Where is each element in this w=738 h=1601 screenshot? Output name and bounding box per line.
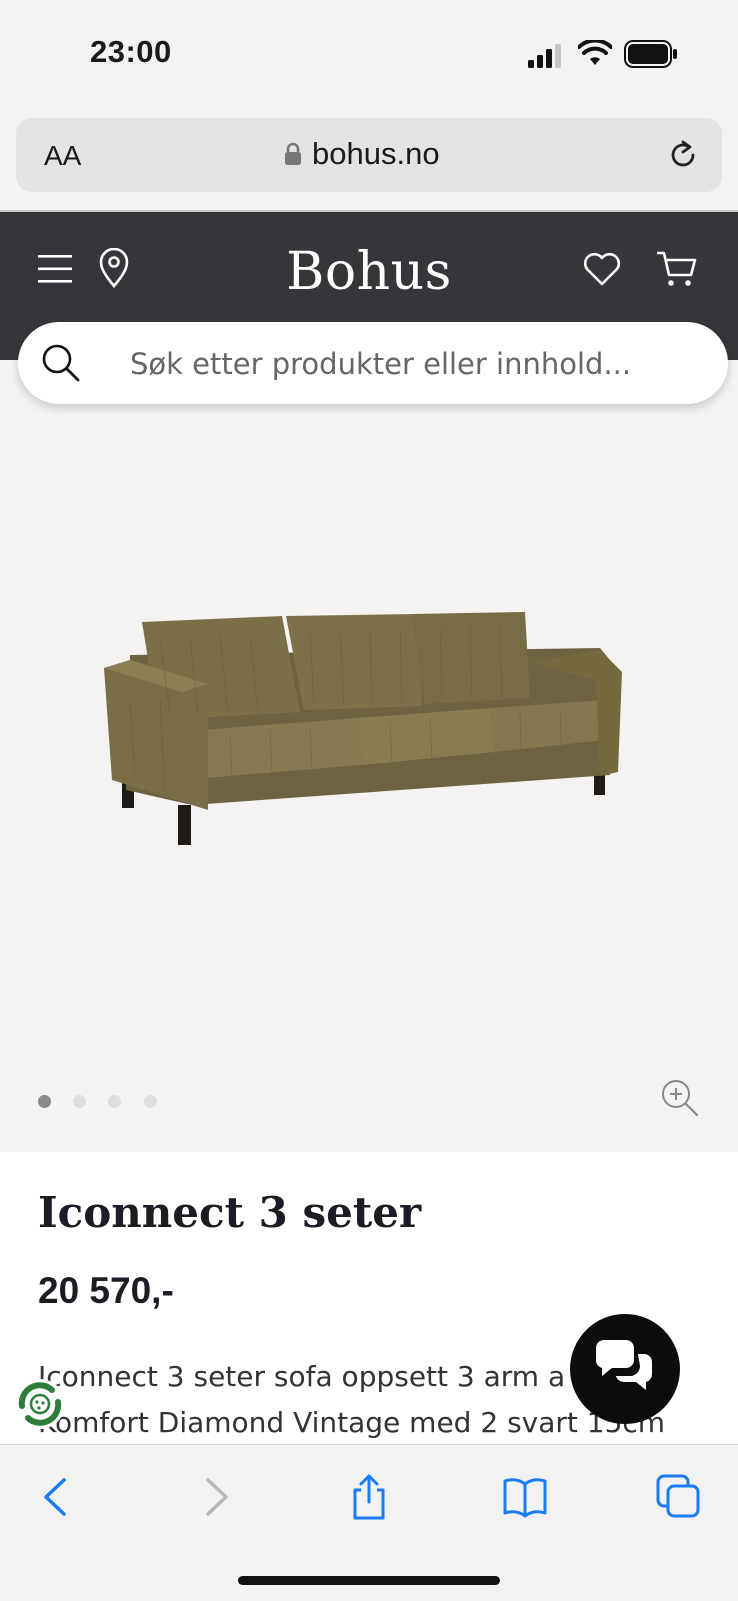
sofa-product-image[interactable]	[100, 600, 640, 860]
text-size-button[interactable]: AA	[44, 140, 81, 172]
share-icon[interactable]	[346, 1474, 392, 1520]
url-display[interactable]: bohus.no	[284, 136, 440, 172]
lock-icon	[285, 142, 301, 165]
status-time: 23:00	[90, 34, 172, 69]
domain-text: bohus.no	[312, 136, 440, 171]
reload-icon[interactable]	[666, 138, 700, 172]
search-input[interactable]	[128, 338, 692, 390]
product-title: Iconnect 3 seter	[38, 1188, 422, 1237]
address-bar[interactable]: AA bohus.no	[16, 118, 722, 192]
tabs-icon[interactable]	[656, 1474, 702, 1520]
product-price: 20 570,-	[38, 1270, 174, 1311]
forward-icon[interactable]	[192, 1474, 238, 1520]
back-icon[interactable]	[34, 1474, 80, 1520]
wifi-icon	[578, 40, 612, 65]
description-line-2: Komfort Diamond Vintage med 2 svart 15cm	[38, 1406, 666, 1439]
search-icon[interactable]	[40, 342, 82, 384]
home-indicator[interactable]	[238, 1576, 500, 1585]
bookmarks-icon[interactable]	[502, 1474, 548, 1520]
search-bar[interactable]	[18, 322, 728, 404]
gallery-dot-4[interactable]	[144, 1095, 157, 1108]
zoom-icon[interactable]	[660, 1078, 700, 1118]
product-gallery[interactable]	[0, 360, 738, 1152]
gallery-dot-2[interactable]	[73, 1095, 86, 1108]
wishlist-heart-icon[interactable]	[582, 252, 622, 286]
battery-icon	[624, 40, 677, 68]
status-bar: 23:00	[0, 0, 738, 110]
brand-logo[interactable]: Bohus	[0, 242, 738, 302]
signal-icon	[528, 44, 561, 68]
cart-icon[interactable]	[656, 250, 698, 288]
gallery-dot-3[interactable]	[108, 1095, 121, 1108]
chat-button[interactable]	[570, 1314, 680, 1424]
gallery-dot-1[interactable]	[38, 1095, 51, 1108]
chat-bubbles-icon	[595, 1340, 653, 1390]
eco-badge-icon[interactable]	[12, 1376, 68, 1432]
